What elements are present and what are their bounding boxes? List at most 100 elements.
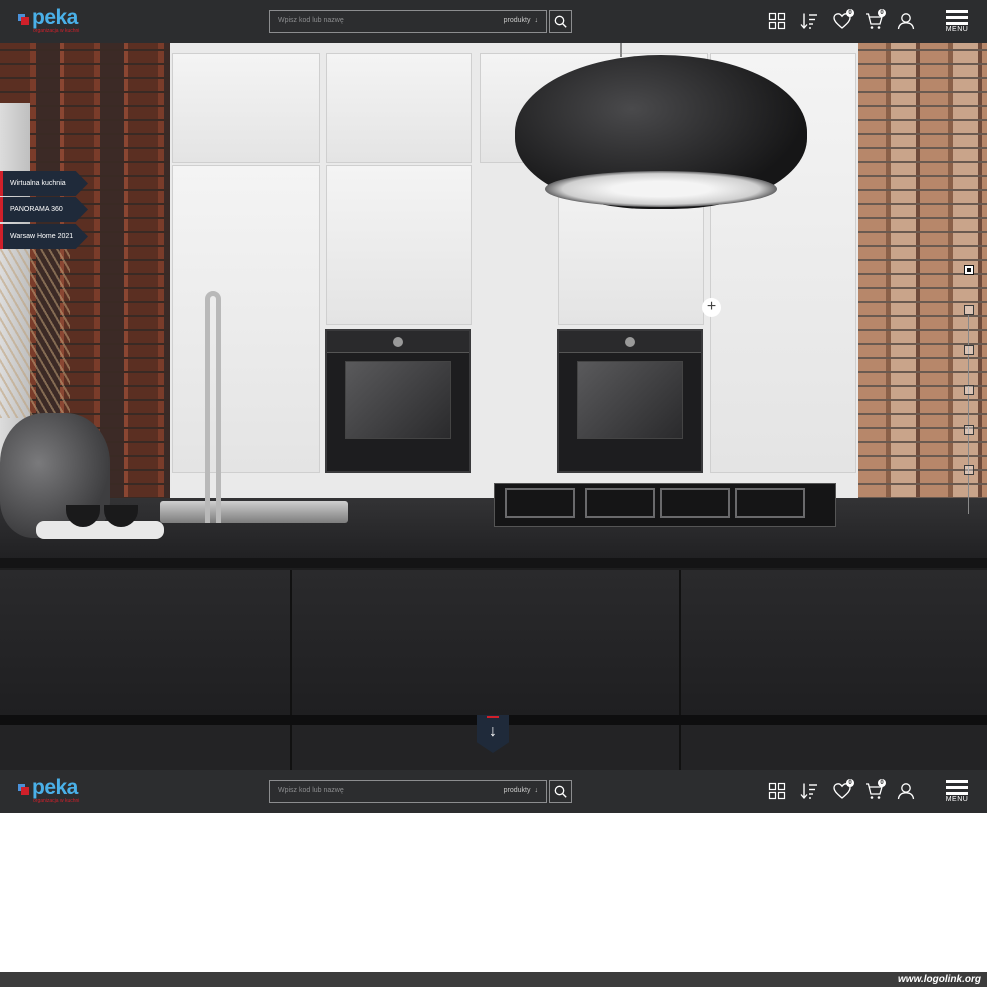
slide-dot-3[interactable]: [964, 345, 974, 355]
cabinet-panel: [172, 53, 320, 163]
side-tab-virtual-kitchen[interactable]: Wirtualna kuchnia: [0, 171, 88, 196]
countertop-edge: [0, 558, 987, 568]
base-cabinet-drawer: [681, 570, 987, 715]
base-cabinet-drawer: [681, 725, 987, 770]
side-tab-label: Wirtualna kuchnia: [10, 180, 66, 187]
cart-button[interactable]: 0: [865, 779, 886, 800]
favorites-count-badge: 0: [846, 9, 854, 17]
oven-knob: [393, 337, 403, 347]
search-category-label: produkty: [503, 17, 531, 24]
faucet: [205, 291, 221, 523]
logo-mark-icon: [18, 784, 29, 795]
product-hotspot[interactable]: +: [702, 298, 721, 317]
search-placeholder: Wpisz kod lub nazwę: [278, 787, 344, 794]
search-category-select[interactable]: produkty ↓: [504, 787, 538, 794]
sticky-header: peka organizacja w kuchni Wpisz kod lub …: [0, 770, 987, 813]
grid-view-button[interactable]: [768, 782, 786, 800]
search-category-label: produkty: [503, 787, 531, 794]
sort-icon: [800, 13, 817, 29]
hob-grate: [735, 488, 805, 518]
base-cabinet-drawer: [0, 725, 292, 770]
grid-view-button[interactable]: [768, 12, 786, 30]
oven-panel: [559, 331, 701, 353]
side-tab-label: Warsaw Home 2021: [10, 233, 74, 240]
favorites-button[interactable]: 0: [833, 9, 854, 30]
hamburger-bar: [946, 786, 968, 789]
base-cabinet-drawer: [292, 570, 681, 715]
search-button[interactable]: [549, 780, 572, 803]
hamburger-bar: [946, 16, 968, 19]
hero-slider[interactable]: + Wirtualna kuchnia PANORAMA 360 Warsaw …: [0, 43, 987, 770]
search-input[interactable]: Wpisz kod lub nazwę produkty ↓: [269, 780, 547, 803]
cart-count-badge: 0: [878, 779, 886, 787]
cart-button[interactable]: 0: [865, 9, 886, 30]
search-icon: [554, 785, 567, 798]
side-tab-warsaw-home[interactable]: Warsaw Home 2021: [0, 224, 88, 249]
slide-dot-5[interactable]: [964, 425, 974, 435]
hob-grate: [505, 488, 575, 518]
hob-grate: [585, 488, 655, 518]
account-button[interactable]: [897, 12, 915, 30]
cart-count-badge: 0: [878, 9, 886, 17]
arrow-down-icon: ↓: [534, 787, 539, 794]
scroll-accent: [487, 716, 499, 718]
logo-text: peka: [32, 6, 78, 29]
logo-mark-icon: [18, 14, 29, 25]
logo-text: peka: [32, 776, 78, 799]
peka-logo[interactable]: peka organizacja w kuchni: [18, 776, 88, 805]
sort-button[interactable]: [800, 782, 818, 800]
menu-label: MENU: [945, 26, 969, 33]
hamburger-icon: [946, 10, 968, 13]
search-placeholder: Wpisz kod lub nazwę: [278, 17, 344, 24]
slide-dots-track: [968, 314, 969, 514]
arrow-down-icon: ↓: [534, 17, 539, 24]
built-in-coffee-machine: [557, 329, 703, 473]
base-cabinet-drawer: [0, 570, 292, 715]
favorites-count-badge: 0: [846, 779, 854, 787]
sink: [160, 501, 348, 523]
hob-grate: [660, 488, 730, 518]
slide-dot-2[interactable]: [964, 305, 974, 315]
user-icon: [897, 783, 915, 800]
logo-tagline: organizacja w kuchni: [33, 798, 80, 804]
menu-button[interactable]: MENU: [945, 780, 969, 804]
hamburger-icon: [946, 780, 968, 783]
hamburger-bar: [946, 22, 968, 25]
side-tab-label: PANORAMA 360: [10, 206, 63, 213]
page: peka organizacja w kuchni Wpisz kod lub …: [0, 0, 987, 987]
footer-bar: www.logolink.org: [0, 972, 987, 987]
arrow-down-icon: ↓: [489, 723, 497, 740]
hood-cable: [620, 43, 622, 57]
favorites-button[interactable]: 0: [833, 779, 854, 800]
pampas-grass: [0, 248, 70, 418]
slide-dot-1[interactable]: [964, 265, 974, 275]
logo-tagline: organizacja w kuchni: [33, 28, 80, 34]
search-button[interactable]: [549, 10, 572, 33]
oven-window: [345, 361, 451, 439]
cabinet-panel: [172, 165, 320, 473]
grid-icon: [768, 12, 786, 30]
grid-icon: [768, 782, 786, 800]
cabinet-panel: [326, 165, 472, 325]
oven-window: [577, 361, 683, 439]
search-input[interactable]: Wpisz kod lub nazwę produkty ↓: [269, 10, 547, 33]
built-in-oven: [325, 329, 471, 473]
watermark-text: www.logolink.org: [898, 974, 981, 985]
search-category-select[interactable]: produkty ↓: [504, 17, 538, 24]
oven-panel: [327, 331, 469, 353]
search-icon: [554, 15, 567, 28]
user-icon: [897, 13, 915, 30]
tray: [36, 521, 164, 539]
menu-label: MENU: [945, 796, 969, 803]
hamburger-bar: [946, 792, 968, 795]
menu-button[interactable]: MENU: [945, 10, 969, 34]
sort-button[interactable]: [800, 12, 818, 30]
slide-dot-6[interactable]: [964, 465, 974, 475]
top-header: peka organizacja w kuchni Wpisz kod lub …: [0, 0, 987, 43]
side-tab-panorama-360[interactable]: PANORAMA 360: [0, 197, 88, 222]
sort-icon: [800, 783, 817, 799]
oven-knob: [625, 337, 635, 347]
slide-dot-4[interactable]: [964, 385, 974, 395]
account-button[interactable]: [897, 782, 915, 800]
peka-logo[interactable]: peka organizacja w kuchni: [18, 6, 88, 35]
